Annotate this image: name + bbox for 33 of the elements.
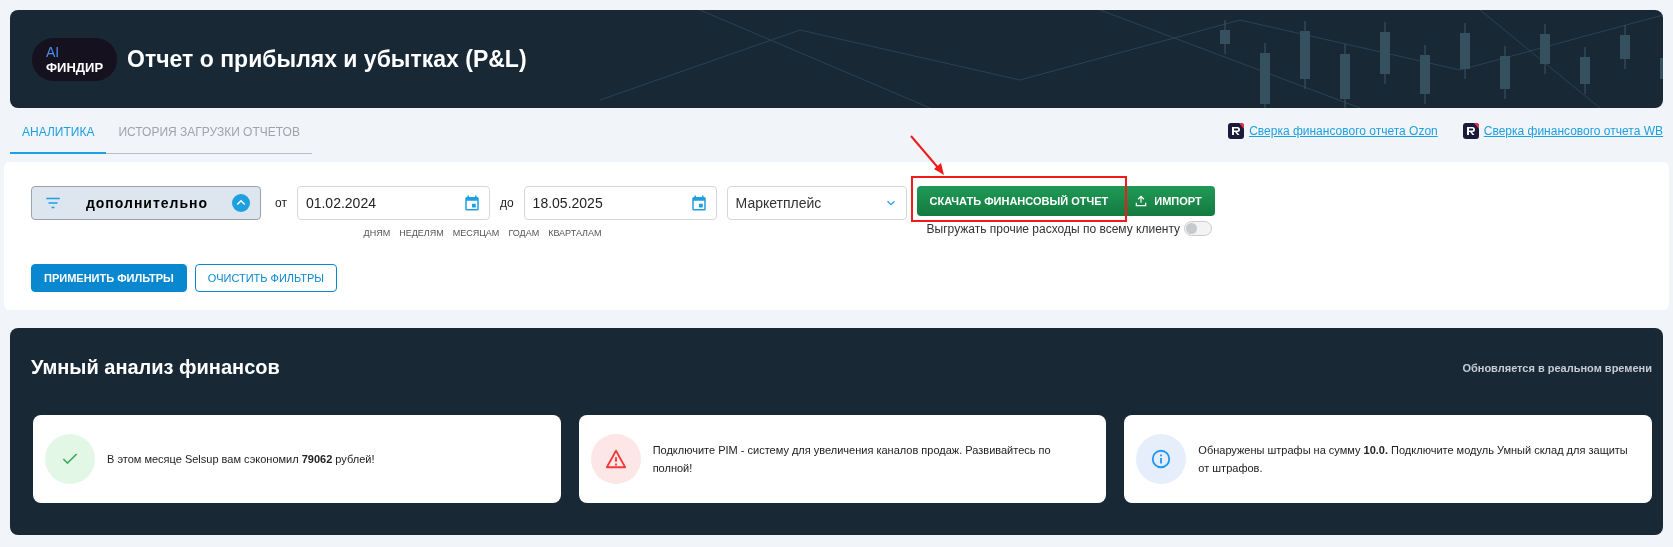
insight-text: В этом месяце Selsup вам сэкономил 79062 рублей! (107, 452, 375, 467)
download-report-button[interactable]: СКАЧАТЬ ФИНАНСОВЫЙ ОТЧЕТ (916, 186, 1122, 216)
date-label: от (275, 196, 287, 210)
upload-icon (1134, 194, 1149, 208)
warning-icon (590, 434, 641, 484)
insight-text: Обнаружены штрафы на сумму 10.0. Подключите модуль Умный склад для защиты от штрафов. (1198, 443, 1629, 476)
logo-text: ФИНДИР (46, 59, 104, 75)
calendar-icon[interactable] (689, 194, 708, 212)
toggle-label: Выгружать прочие расходы по всему клиенту (926, 221, 1181, 236)
period-link[interactable]: КВАРТАЛАМ (548, 228, 602, 238)
date-label: до (499, 196, 514, 210)
marketplace-select[interactable]: Маркетплейс (726, 186, 907, 220)
check-icon (45, 434, 95, 484)
period-link[interactable]: МЕСЯЦАМ (452, 228, 500, 238)
toggle-switch[interactable] (1184, 221, 1213, 236)
period-link[interactable]: ДНЯМ (363, 228, 391, 238)
date-field[interactable]: 18.05.2025 (523, 186, 717, 220)
date-field[interactable]: 01.02.2024 (296, 186, 490, 220)
period-link[interactable]: НЕДЕЛЯМ (399, 228, 444, 238)
page-title: Отчет о прибылях и убытках (P&L) (127, 45, 527, 73)
section-title: Умный анализ финансов (31, 356, 280, 379)
period-link[interactable]: ГОДАМ (508, 228, 540, 238)
update-status: Обновляется в реальном времени (1462, 361, 1652, 374)
calendar-icon[interactable] (462, 194, 481, 212)
app-logo-icon (1462, 123, 1479, 139)
app-logo-icon (1228, 123, 1245, 139)
import-button[interactable]: ИМПОРТ (1121, 186, 1215, 216)
info-icon (1136, 434, 1187, 484)
more-filters-button[interactable]: дополнительно (31, 186, 261, 220)
logo-text: AI (46, 43, 61, 60)
clear-filters-button[interactable]: ОЧИСТИТЬ ФИЛЬТРЫ (194, 264, 337, 292)
insight-text: Подключите PIM - систему для увеличения каналов продаж. Развивайтесь по полной! (652, 443, 1052, 476)
apply-filters-button[interactable]: ПРИМЕНИТЬ ФИЛЬТРЫ (31, 264, 187, 292)
